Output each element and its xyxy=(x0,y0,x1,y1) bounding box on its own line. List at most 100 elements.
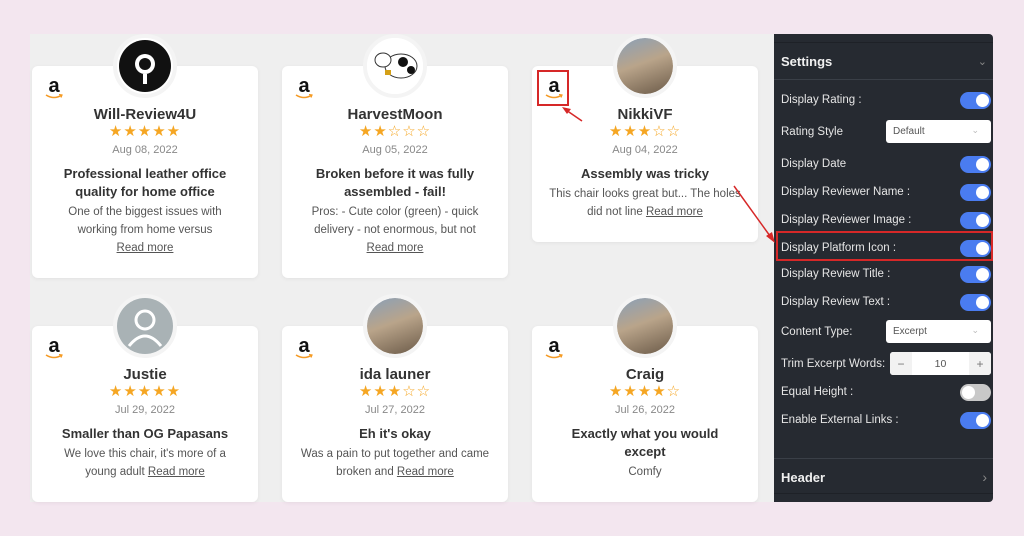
enable-external-links-toggle[interactable] xyxy=(960,412,991,429)
star-empty-icon: ☆ xyxy=(402,123,417,140)
reviewer-name: NikkiVF xyxy=(617,106,673,123)
settings-header[interactable]: Settings ⌄ xyxy=(774,42,993,80)
toggle-knob xyxy=(976,158,989,171)
toggle-knob xyxy=(976,214,989,227)
header-section[interactable]: Header › xyxy=(774,458,993,494)
setting-label: Rating Style xyxy=(781,126,844,138)
review-title: Smaller than OG Papasans xyxy=(61,426,229,441)
chevron-down-icon[interactable]: ⌄ xyxy=(978,55,987,68)
review-date: Jul 26, 2022 xyxy=(615,404,675,416)
setting-label: Display Rating : xyxy=(781,94,862,106)
amazon-icon: a xyxy=(544,336,564,360)
chevron-right-icon[interactable]: › xyxy=(982,469,987,485)
toggle-knob xyxy=(962,386,975,399)
rating-style-select[interactable]: Default ⌄ xyxy=(886,120,991,143)
star-filled-icon: ★ xyxy=(637,123,653,140)
review-date: Aug 05, 2022 xyxy=(362,144,428,156)
star-rating: ★★★★★ xyxy=(32,124,258,140)
chevron-down-icon: ⌄ xyxy=(971,325,979,335)
star-filled-icon: ★ xyxy=(608,383,624,400)
star-filled-icon: ★ xyxy=(108,383,124,400)
cow-avatar xyxy=(363,34,427,98)
amazon-icon: a xyxy=(44,76,64,100)
review-date: Aug 08, 2022 xyxy=(112,144,178,156)
review-date: Jul 29, 2022 xyxy=(115,404,175,416)
review-title: Assembly was tricky xyxy=(581,166,709,181)
trim-excerpt-words-stepper[interactable]: − 10 + xyxy=(890,352,991,375)
review-text: Comfy xyxy=(628,466,662,478)
toggle-knob xyxy=(976,94,989,107)
reviewer-name: HarvestMoon xyxy=(347,106,443,123)
setting-rating-style: Rating Style Default ⌄ xyxy=(774,120,993,146)
settings-panel: Settings ⌄ Display Rating : Rating Style D… xyxy=(774,34,993,502)
amazon-icon: a xyxy=(44,336,64,360)
reviewer-name: Justie xyxy=(123,366,167,383)
read-more-link[interactable]: Read more xyxy=(397,466,454,478)
setting-display-review-text: Display Review Text : xyxy=(774,290,993,316)
star-filled-icon: ★ xyxy=(358,123,374,140)
read-more-link[interactable]: Read more xyxy=(148,466,205,478)
star-rating: ★★★★☆ xyxy=(532,384,758,400)
toggle-knob xyxy=(976,186,989,199)
review-title: Eh it's okay xyxy=(359,426,431,441)
setting-label: Display Reviewer Name : xyxy=(781,186,911,198)
reviewer-name: Craig xyxy=(625,366,665,383)
setting-display-date: Display Date xyxy=(774,152,993,178)
toggle-knob xyxy=(976,414,989,427)
star-empty-icon: ☆ xyxy=(387,123,403,140)
display-review-text-toggle[interactable] xyxy=(960,294,991,311)
setting-display-reviewer-image: Display Reviewer Image : xyxy=(774,208,993,234)
star-filled-icon: ★ xyxy=(123,123,138,140)
header-section-title: Header xyxy=(781,470,826,485)
star-filled-icon: ★ xyxy=(152,123,167,140)
display-platform-icon-toggle[interactable] xyxy=(960,240,991,257)
star-filled-icon: ★ xyxy=(137,383,153,400)
default-user-avatar xyxy=(113,294,177,358)
star-filled-icon: ★ xyxy=(652,383,667,400)
review-text-container: This chair looks great but... The holes … xyxy=(548,186,742,221)
star-empty-icon: ☆ xyxy=(666,383,682,400)
star-rating: ★★★☆☆ xyxy=(282,384,508,400)
display-review-title-toggle[interactable] xyxy=(960,266,991,283)
toggle-knob xyxy=(976,242,989,255)
star-empty-icon: ☆ xyxy=(652,123,667,140)
setting-label: Display Review Title : xyxy=(781,268,891,280)
settings-title: Settings xyxy=(781,54,833,69)
read-more-link[interactable]: Read more xyxy=(367,242,424,254)
select-value: Default xyxy=(893,126,925,137)
star-filled-icon: ★ xyxy=(373,123,388,140)
stepper-value[interactable]: 10 xyxy=(912,358,969,370)
decrement-button[interactable]: − xyxy=(890,352,912,375)
review-text: One of the biggest issues with working f… xyxy=(68,206,222,236)
display-date-toggle[interactable] xyxy=(960,156,991,173)
setting-display-reviewer-name: Display Reviewer Name : xyxy=(774,180,993,206)
star-filled-icon: ★ xyxy=(637,383,653,400)
display-rating-toggle[interactable] xyxy=(960,92,991,109)
content-type-select[interactable]: Excerpt ⌄ xyxy=(886,320,991,343)
toggle-knob xyxy=(976,268,989,281)
read-more-link[interactable]: Read more xyxy=(117,242,174,254)
review-text-container: We love this chair, it's more of a young… xyxy=(48,446,242,481)
review-text-container: Was a pain to put together and came brok… xyxy=(298,446,492,481)
star-filled-icon: ★ xyxy=(358,383,374,400)
read-more-link[interactable]: Read more xyxy=(646,206,703,218)
setting-label: Equal Height : xyxy=(781,386,854,398)
setting-label: Content Type: xyxy=(781,326,853,338)
review-title: Broken before it was fully assembled - f… xyxy=(315,166,475,199)
review-text: Was a pain to put together and came brok… xyxy=(300,448,490,478)
star-empty-icon: ☆ xyxy=(666,123,682,140)
equal-height-toggle[interactable] xyxy=(960,384,991,401)
amazon-icon: a xyxy=(544,76,564,100)
display-reviewer-name-toggle[interactable] xyxy=(960,184,991,201)
star-rating: ★★★☆☆ xyxy=(532,124,758,140)
increment-button[interactable]: + xyxy=(969,352,991,375)
setting-enable-external-links: Enable External Links : xyxy=(774,408,993,434)
star-filled-icon: ★ xyxy=(387,383,403,400)
star-filled-icon: ★ xyxy=(137,123,153,140)
display-reviewer-image-toggle[interactable] xyxy=(960,212,991,229)
star-filled-icon: ★ xyxy=(108,123,124,140)
reviewer-name: ida launer xyxy=(359,366,431,383)
photo-avatar xyxy=(613,34,677,98)
star-rating: ★★☆☆☆ xyxy=(282,124,508,140)
setting-display-platform-icon: Display Platform Icon : xyxy=(774,236,993,262)
